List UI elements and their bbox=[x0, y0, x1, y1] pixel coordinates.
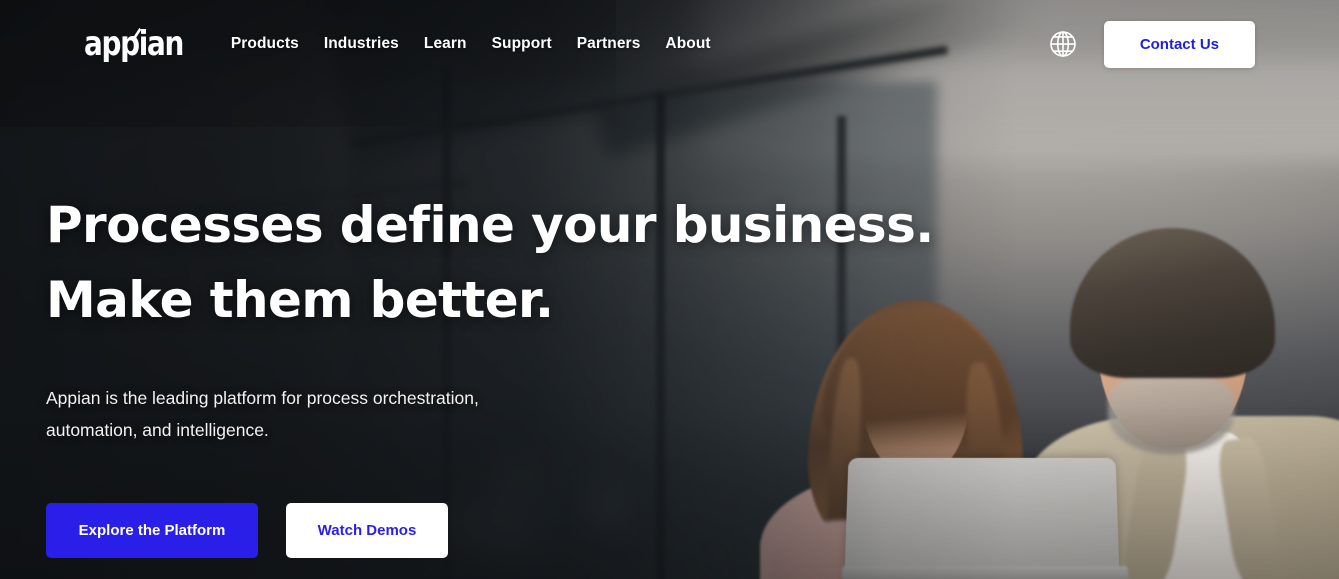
globe-icon[interactable] bbox=[1048, 29, 1078, 59]
nav-link-learn[interactable]: Learn bbox=[424, 35, 467, 53]
nav-link-partners[interactable]: Partners bbox=[577, 35, 641, 53]
site-header: appian Products Industries Learn Support… bbox=[0, 0, 1339, 88]
hero-subheadline: Appian is the leading platform for proce… bbox=[46, 388, 479, 441]
hero-headline-line-1: Processes define your business. bbox=[46, 196, 934, 254]
hero-section: appian Products Industries Learn Support… bbox=[0, 0, 1339, 579]
watch-demos-button[interactable]: Watch Demos bbox=[286, 502, 448, 558]
hero-cta-group: Explore the Platform Watch Demos bbox=[46, 502, 806, 558]
explore-the-platform-button[interactable]: Explore the Platform bbox=[46, 502, 258, 558]
nav-link-products[interactable]: Products bbox=[231, 35, 299, 53]
appian-logo[interactable]: appian bbox=[84, 24, 184, 64]
hero-content: Processes define your business. Make the… bbox=[46, 188, 934, 558]
nav-link-support[interactable]: Support bbox=[492, 35, 552, 53]
contact-us-button[interactable]: Contact Us bbox=[1103, 20, 1255, 68]
hero-headline-line-2: Make them better. bbox=[46, 271, 554, 329]
nav-link-industries[interactable]: Industries bbox=[324, 35, 399, 53]
main-navigation: Products Industries Learn Support Partne… bbox=[231, 35, 711, 53]
header-actions: Contact Us bbox=[1048, 20, 1255, 68]
nav-link-about[interactable]: About bbox=[665, 35, 710, 53]
appian-logo-text: appian bbox=[84, 24, 184, 64]
